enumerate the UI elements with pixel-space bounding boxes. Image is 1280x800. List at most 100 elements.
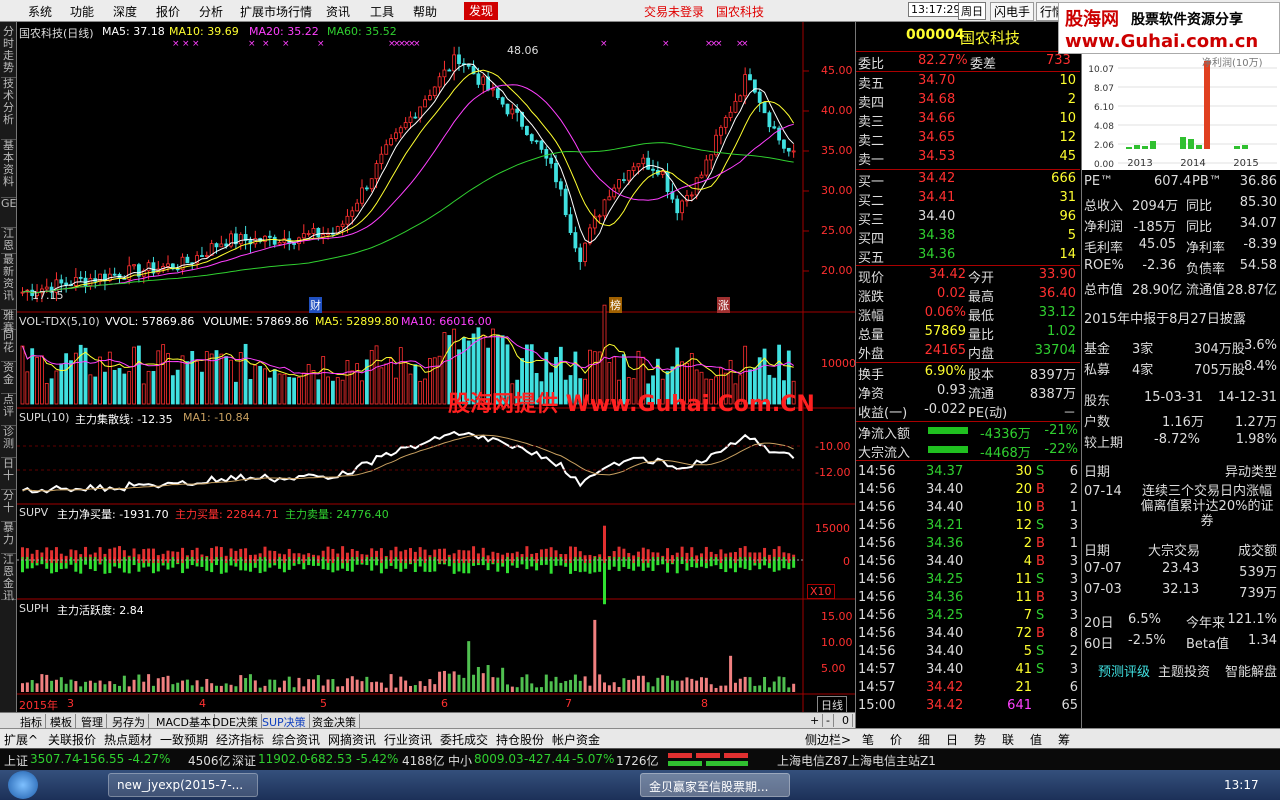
menu-depth[interactable]: 深度 (113, 3, 137, 20)
tab-orders[interactable]: 委托成交 (440, 731, 488, 748)
tab-daily[interactable]: 日 (946, 731, 958, 748)
index-sz-label[interactable]: 深证 (232, 752, 256, 769)
tick-row[interactable]: 14:57 34.42 21 6 (856, 679, 1080, 698)
left-tab-item[interactable]: 分十 (1, 490, 16, 522)
left-tab-item[interactable]: GET (1, 198, 23, 228)
tick-row[interactable]: 14:56 34.37 30 S 6 (856, 463, 1080, 482)
link-analysis[interactable]: 智能解盘 (1225, 661, 1277, 680)
index-sh-label[interactable]: 上证 (4, 752, 28, 769)
left-tab-item[interactable]: 资金 (1, 362, 16, 394)
tick-row[interactable]: 14:56 34.40 5 S 2 (856, 643, 1080, 662)
tick-row[interactable]: 14:56 34.40 20 B 2 (856, 481, 1080, 500)
left-tab-item[interactable]: 诊测 (1, 426, 16, 458)
menu-analysis[interactable]: 分析 (199, 3, 223, 20)
tick-row[interactable]: 14:56 34.25 11 S 3 (856, 571, 1080, 590)
taskbar-app-jbyj[interactable]: 金贝赢家至信股票期... (640, 773, 790, 797)
tab-web-news[interactable]: 网摘资讯 (328, 731, 376, 748)
buy-level-row[interactable]: 买一 34.42 666 (856, 170, 1080, 190)
buy-level-label: 买四 (858, 232, 885, 247)
tick-row[interactable]: 14:56 34.40 10 B 1 (856, 499, 1080, 518)
menu-ext-market[interactable]: 扩展市场行情 (240, 3, 312, 20)
tick-row[interactable]: 15:00 34.42 641 65 (856, 697, 1080, 716)
menu-system[interactable]: 系统 (28, 3, 52, 20)
tab-related-quote[interactable]: 关联报价 (48, 731, 96, 748)
left-tab-item[interactable]: 点评 (1, 394, 16, 426)
left-tab-item[interactable]: 江恩 (1, 228, 16, 254)
left-tab-item[interactable]: 日十 (1, 458, 16, 490)
suph-bar (132, 679, 136, 692)
left-tab-item[interactable]: 同花 (1, 330, 16, 362)
menu-tools[interactable]: 工具 (370, 3, 394, 20)
tick-row[interactable]: 14:56 34.25 7 S 3 (856, 607, 1080, 626)
suph-bar (64, 683, 68, 692)
tab-industry[interactable]: 行业资讯 (384, 731, 432, 748)
left-tab-item[interactable]: 技术分析 (1, 78, 16, 140)
sell-level-row[interactable]: 卖二 34.65 12 (856, 129, 1080, 149)
buy-level-row[interactable]: 买三 34.40 96 (856, 208, 1080, 228)
flash-trade-button[interactable]: 闪电手 (990, 2, 1035, 21)
tick-row[interactable]: 14:56 34.40 72 B 8 (856, 625, 1080, 644)
zoom-reset-button[interactable]: 0 (842, 714, 853, 727)
left-tab-item[interactable]: 雅赛 (1, 310, 16, 334)
candle-body (743, 74, 748, 97)
menu-quote[interactable]: 报价 (156, 3, 180, 20)
menu-discover[interactable]: 发现 (464, 2, 499, 20)
period-selector[interactable]: 日线 (817, 696, 847, 712)
holder-count: 4家 (1132, 363, 1154, 378)
menu-help[interactable]: 帮助 (413, 3, 437, 20)
candle-body (641, 157, 646, 165)
tick-row[interactable]: 14:56 34.40 4 B 3 (856, 553, 1080, 572)
left-tab-item[interactable]: 江恩金讯 (1, 554, 16, 602)
ranking-marker[interactable]: 榜 (609, 297, 622, 313)
tick-row[interactable]: 14:57 34.40 41 S 3 (856, 661, 1080, 680)
tick-row[interactable]: 14:56 34.36 11 B 3 (856, 589, 1080, 608)
buy-level-row[interactable]: 买五 34.36 14 (856, 246, 1080, 266)
event-row[interactable]: 07-14 连续三个交易日内涨幅偏离值累计达20%的证券 (1082, 482, 1280, 532)
left-tab-item[interactable]: 分时走势 (1, 26, 16, 78)
limit-up-marker[interactable]: 涨 (717, 297, 730, 313)
index-zx-label[interactable]: 中小 (448, 752, 472, 769)
tab-price[interactable]: 价 (890, 731, 902, 748)
report-notice[interactable]: 2015年中报于8月27日披露 (1082, 306, 1280, 327)
zoom-in-button[interactable]: + (810, 714, 824, 727)
kline-chart-area[interactable]: × × × × × × × × × × × × × × × × × × × × 国农科技(日线) MA5: 37.18… (17, 22, 855, 712)
server-name[interactable]: 上海电信Z87 (777, 752, 849, 769)
tab-trend[interactable]: 势 (974, 731, 986, 748)
tab-economic[interactable]: 经济指标 (216, 731, 264, 748)
tab-chips[interactable]: 筹 (1058, 731, 1070, 748)
windows-start-icon[interactable] (8, 771, 38, 799)
tab-positions[interactable]: 持仓股份 (496, 731, 544, 748)
supv-net-label: 主力净买量: -1931.70 (57, 508, 169, 521)
tab-news[interactable]: 综合资讯 (272, 731, 320, 748)
trade-login-status[interactable]: 交易未登录 (644, 3, 704, 20)
tab-account[interactable]: 帐户资金 (552, 731, 600, 748)
tick-row[interactable]: 14:56 34.21 12 S 3 (856, 517, 1080, 536)
sell-level-row[interactable]: 卖四 34.68 2 (856, 91, 1080, 111)
zoom-out-button[interactable]: - (826, 714, 834, 727)
link-theme[interactable]: 主题投资 (1158, 661, 1210, 680)
buy-level-row[interactable]: 买四 34.38 5 (856, 227, 1080, 247)
tab-consensus[interactable]: 一致预期 (160, 731, 208, 748)
sidebar-toggle[interactable]: 侧边栏> (805, 731, 851, 748)
taskbar-app-jyexp[interactable]: new_jyexp(2015-7-... (108, 773, 258, 797)
tab-expand[interactable]: 扩展^ (4, 731, 38, 748)
menu-function[interactable]: 功能 (70, 3, 94, 20)
left-tab-item[interactable]: 基本资料 (1, 140, 16, 198)
candle-body (301, 233, 306, 239)
tab-detail[interactable]: 细 (918, 731, 930, 748)
tab-hot-topics[interactable]: 热点题材 (104, 731, 152, 748)
menu-news[interactable]: 资讯 (326, 3, 350, 20)
left-tab-item[interactable]: 暴力 (1, 522, 16, 554)
sell-level-row[interactable]: 卖五 34.70 10 (856, 72, 1080, 92)
tab-link[interactable]: 联 (1002, 731, 1014, 748)
sell-level-row[interactable]: 卖一 34.53 45 (856, 148, 1080, 168)
left-tab-item[interactable]: 最新资讯 (1, 254, 16, 310)
tick-row[interactable]: 14:56 34.36 2 B 1 (856, 535, 1080, 554)
link-rating[interactable]: 预测评级 (1098, 661, 1150, 680)
tab-ticks[interactable]: 笔 (862, 731, 874, 748)
sell-level-row[interactable]: 卖三 34.66 10 (856, 110, 1080, 130)
tab-value[interactable]: 值 (1030, 731, 1042, 748)
buy-level-row[interactable]: 买二 34.41 31 (856, 189, 1080, 209)
finance-marker[interactable]: 财 (309, 297, 322, 313)
main-server-name[interactable]: 上海电信主站Z1 (848, 752, 936, 769)
